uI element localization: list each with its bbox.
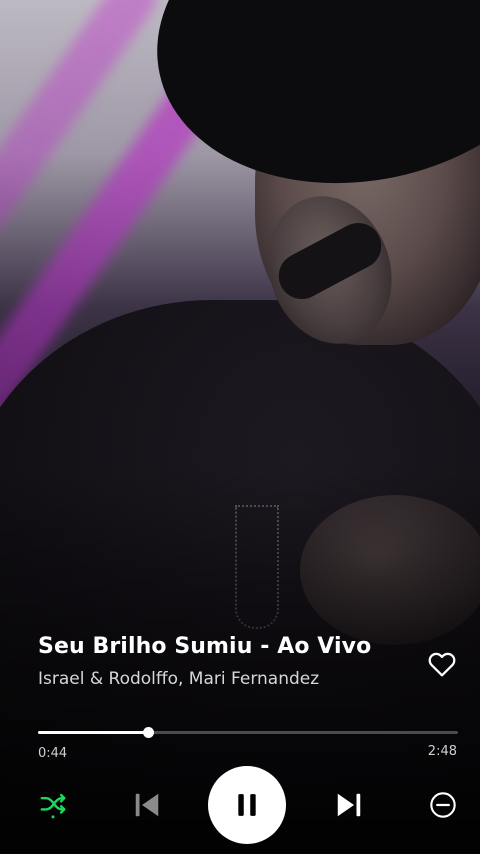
progress-handle[interactable] — [143, 727, 155, 738]
pause-icon — [238, 794, 256, 816]
next-button[interactable] — [330, 786, 368, 824]
play-pause-button[interactable] — [208, 766, 286, 844]
total-duration: 2:48 — [427, 744, 457, 759]
track-title[interactable]: Seu Brilho Sumiu - Ao Vivo — [38, 634, 408, 659]
minus-circle-icon — [430, 792, 456, 818]
shuffle-icon — [40, 793, 66, 819]
elapsed-time: 0:44 — [38, 746, 68, 761]
skip-previous-icon — [135, 793, 159, 817]
track-artist[interactable]: Israel & Rodolffo, Mari Fernandez — [38, 669, 408, 689]
heart-outline-icon — [428, 652, 456, 677]
previous-button[interactable] — [128, 786, 166, 824]
remove-button[interactable] — [424, 786, 462, 824]
skip-next-icon — [337, 793, 361, 817]
track-info: Seu Brilho Sumiu - Ao Vivo Israel & Rodo… — [38, 634, 408, 689]
like-button[interactable] — [426, 648, 458, 680]
progress-bar[interactable] — [38, 726, 458, 740]
progress-fill — [38, 731, 149, 734]
shuffle-button[interactable] — [34, 787, 72, 823]
